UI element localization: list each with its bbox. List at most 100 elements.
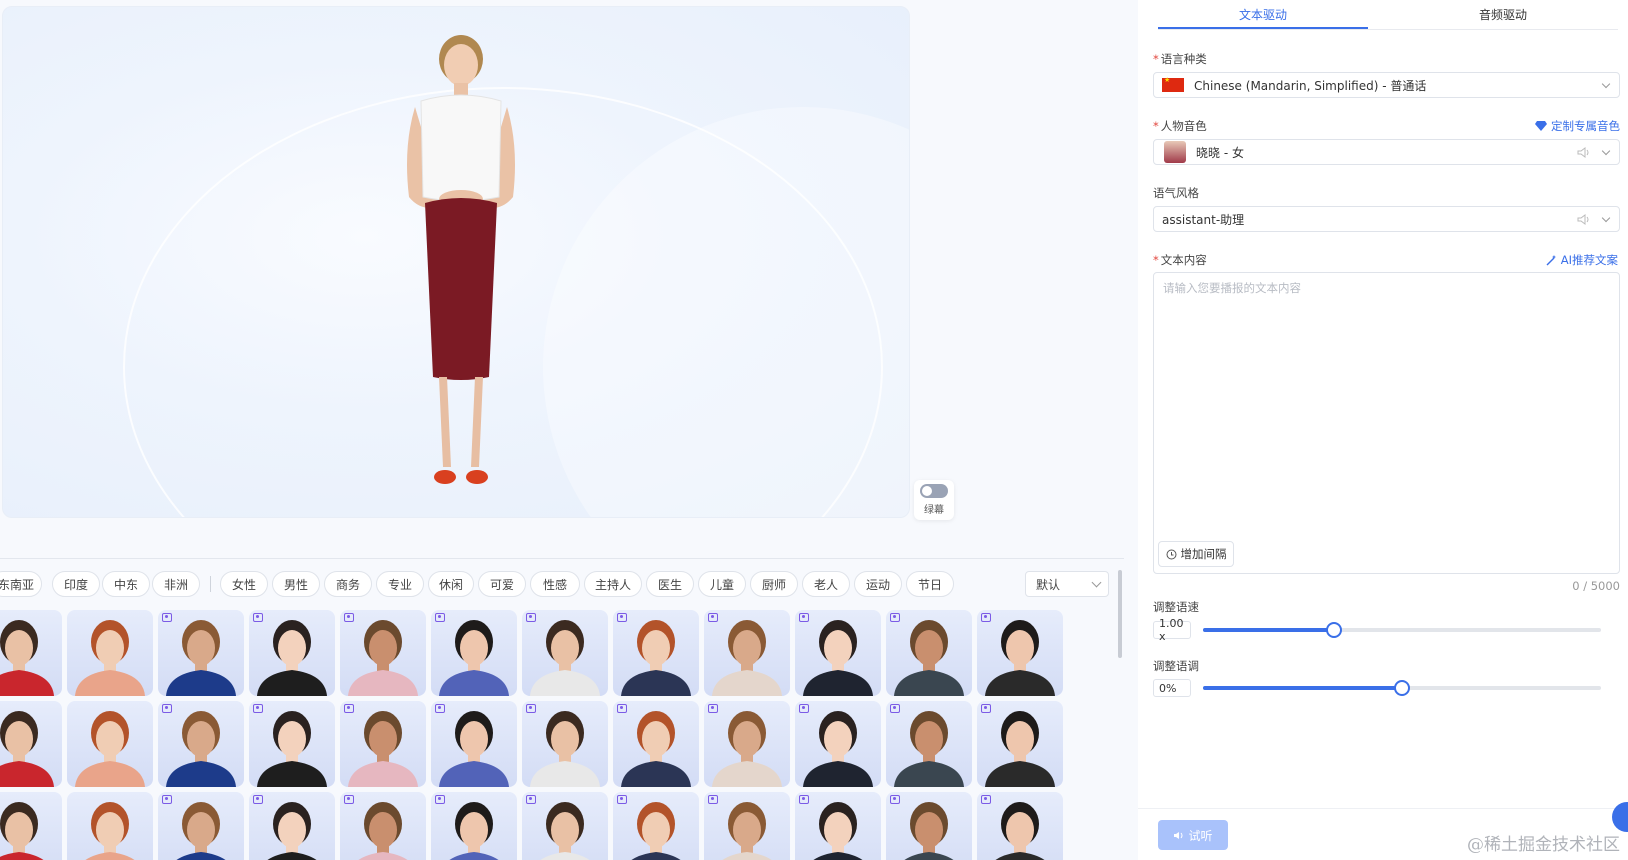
filter-chip-tag[interactable]: 男性 [272, 571, 320, 597]
avatar-card[interactable] [795, 610, 881, 696]
text-content-input[interactable]: 请输入您要播报的文本内容 增加间隔 [1153, 272, 1620, 574]
speaker-icon[interactable] [1577, 214, 1591, 225]
filter-chip-region[interactable]: 非洲 [152, 571, 200, 597]
avatar-card[interactable] [158, 792, 244, 860]
avatar-card[interactable] [0, 792, 62, 860]
filter-chip-tag[interactable]: 厨师 [750, 571, 798, 597]
avatar-card[interactable] [704, 701, 790, 787]
avatar-card[interactable] [886, 792, 972, 860]
diamond-icon [1535, 121, 1547, 131]
filter-chip-tag[interactable]: 商务 [324, 571, 372, 597]
speaker-icon[interactable] [1577, 147, 1591, 158]
filter-chip-tag[interactable]: 运动 [854, 571, 902, 597]
avatar-card[interactable] [977, 701, 1063, 787]
avatar-card[interactable] [67, 610, 153, 696]
avatar-portrait [348, 620, 418, 696]
avatar-card[interactable] [886, 610, 972, 696]
avatar-card[interactable] [886, 701, 972, 787]
filter-chip-tag[interactable]: 休闲 [428, 571, 474, 597]
premium-badge-icon [617, 795, 627, 804]
filter-chip-tag[interactable]: 医生 [646, 571, 694, 597]
avatar-card[interactable] [613, 610, 699, 696]
text-placeholder: 请输入您要播报的文本内容 [1163, 281, 1301, 295]
ai-suggest-link[interactable]: AI推荐文案 [1546, 252, 1618, 268]
avatar-card[interactable] [522, 610, 608, 696]
tab-audio-drive[interactable]: 音频驱动 [1398, 6, 1608, 23]
section-divider [0, 558, 1124, 559]
drive-tabs: 文本驱动 音频驱动 [1158, 0, 1618, 30]
avatar-card[interactable] [431, 701, 517, 787]
filter-chip-tag[interactable]: 老人 [802, 571, 850, 597]
app-root: 绿幕 东南亚 印度 中东 非洲 女性 男性 商务 专业 休闲 可爱 性感 主持人… [0, 0, 1628, 860]
avatar-card[interactable] [704, 610, 790, 696]
filter-chip-region[interactable]: 中东 [102, 571, 150, 597]
avatar-card[interactable] [340, 792, 426, 860]
avatar-card[interactable] [977, 792, 1063, 860]
char-count: 0 / 5000 [1572, 579, 1620, 593]
avatar-card[interactable] [249, 792, 335, 860]
speed-slider-handle[interactable] [1326, 622, 1343, 638]
tab-text-drive[interactable]: 文本驱动 [1158, 6, 1368, 23]
premium-badge-icon [708, 795, 718, 804]
avatar-card[interactable] [158, 701, 244, 787]
filter-separator [210, 576, 211, 592]
filter-chip-tag[interactable]: 主持人 [584, 571, 642, 597]
filter-chip-tag[interactable]: 女性 [220, 571, 268, 597]
magic-wand-icon [1546, 254, 1556, 265]
filter-chip-region[interactable]: 印度 [52, 571, 100, 597]
filter-chip-tag[interactable]: 性感 [530, 571, 580, 597]
sort-select[interactable]: 默认 [1025, 571, 1109, 597]
premium-badge-icon [981, 795, 991, 804]
avatar-card[interactable] [340, 701, 426, 787]
style-select[interactable]: assistant-助理 [1153, 206, 1620, 232]
avatar-card[interactable] [0, 701, 62, 787]
avatar-card[interactable] [795, 701, 881, 787]
avatar-card[interactable] [67, 701, 153, 787]
avatar-card[interactable] [522, 701, 608, 787]
avatar-card[interactable] [249, 701, 335, 787]
premium-badge-icon [526, 704, 536, 713]
avatar-card[interactable] [158, 610, 244, 696]
avatar-card[interactable] [340, 610, 426, 696]
toggle-switch[interactable] [920, 484, 948, 498]
add-pause-button[interactable]: 增加间隔 [1158, 541, 1234, 567]
speed-slider[interactable] [1203, 622, 1601, 638]
premium-badge-icon [526, 613, 536, 622]
avatar-card[interactable] [977, 610, 1063, 696]
speed-input[interactable]: 1.00 x [1153, 617, 1191, 643]
avatar-card[interactable] [704, 792, 790, 860]
filter-chip-region[interactable]: 东南亚 [0, 571, 42, 597]
pitch-slider[interactable] [1203, 680, 1601, 696]
avatar-card[interactable] [522, 792, 608, 860]
avatar-portrait [166, 711, 236, 787]
text-label: * 文本内容 [1153, 253, 1207, 267]
chevron-down-icon [1601, 213, 1611, 223]
list-scrollbar[interactable] [1118, 570, 1122, 658]
avatar-card[interactable] [431, 610, 517, 696]
premium-badge-icon [253, 704, 263, 713]
custom-voice-link[interactable]: 定制专属音色 [1535, 118, 1620, 134]
premium-badge-icon [435, 704, 445, 713]
avatar-card[interactable] [0, 610, 62, 696]
avatar-card[interactable] [613, 701, 699, 787]
try-listen-button[interactable]: 试听 [1158, 820, 1228, 850]
avatar-card[interactable] [431, 792, 517, 860]
premium-badge-icon [890, 704, 900, 713]
filter-chip-tag[interactable]: 可爱 [478, 571, 526, 597]
filter-chip-tag[interactable]: 儿童 [698, 571, 746, 597]
filter-chip-tag[interactable]: 节日 [906, 571, 954, 597]
avatar-portrait [894, 620, 964, 696]
pitch-input[interactable]: 0% [1153, 679, 1191, 697]
chevron-down-icon [1601, 79, 1611, 89]
avatar-card[interactable] [795, 792, 881, 860]
filter-chip-tag[interactable]: 专业 [376, 571, 424, 597]
avatar-card[interactable] [249, 610, 335, 696]
language-select[interactable]: Chinese (Mandarin, Simplified) - 普通话 [1153, 72, 1620, 98]
pitch-slider-handle[interactable] [1394, 680, 1410, 696]
avatar-card[interactable] [613, 792, 699, 860]
green-screen-toggle[interactable]: 绿幕 [914, 480, 954, 520]
avatar-preview [2, 6, 910, 518]
voice-select[interactable]: 晓晓 - 女 [1153, 139, 1620, 165]
speed-label: 调整语速 [1153, 600, 1199, 614]
avatar-card[interactable] [67, 792, 153, 860]
